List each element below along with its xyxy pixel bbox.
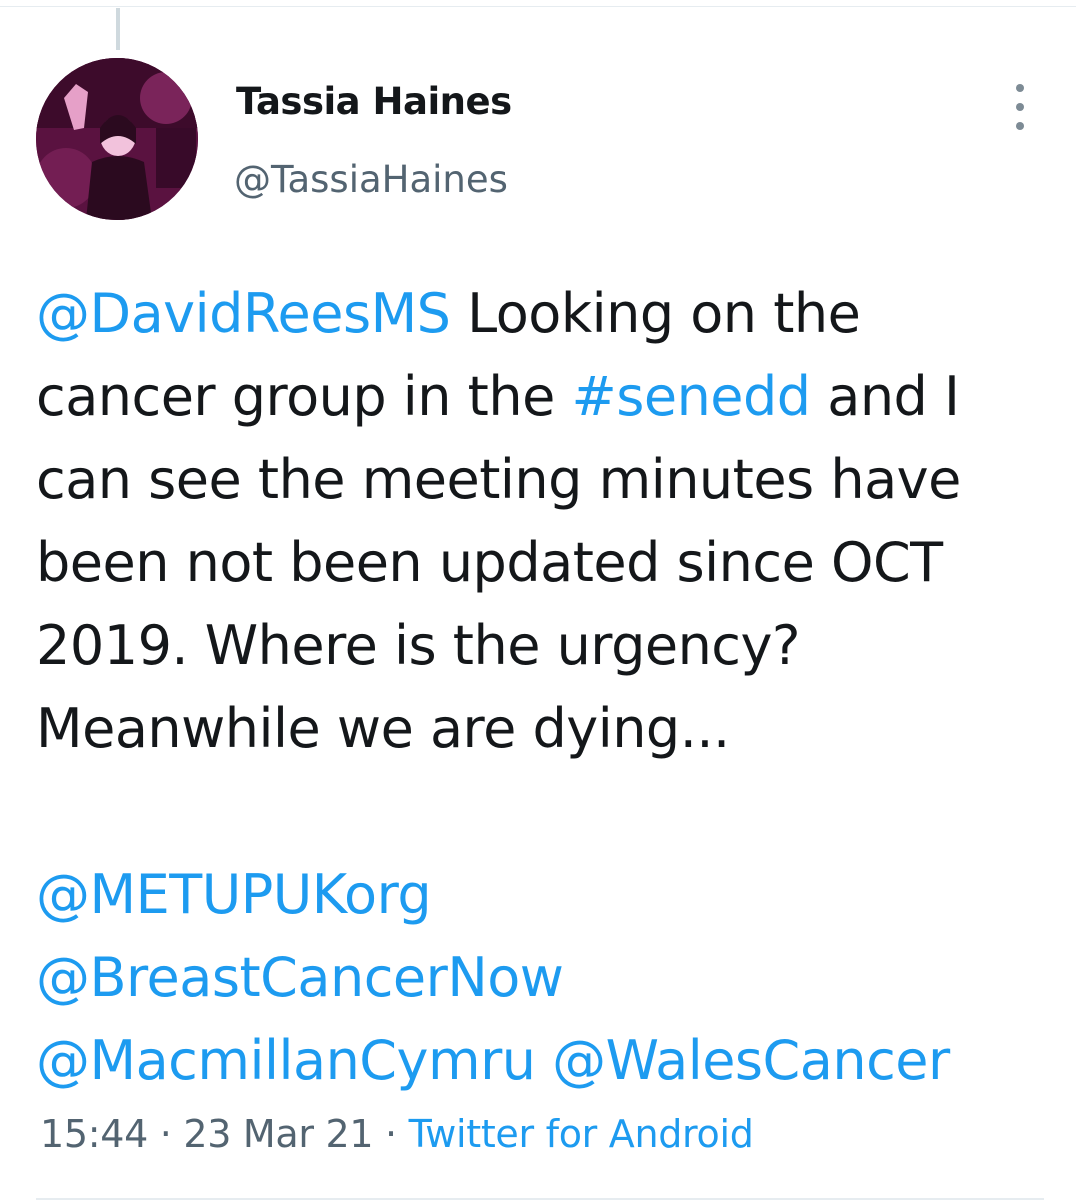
- more-dot-icon: [1016, 84, 1024, 92]
- divider: [36, 1198, 1044, 1200]
- user-handle[interactable]: @TassiaHaines: [234, 158, 508, 201]
- mention-link[interactable]: @MacmillanCymru: [36, 1029, 536, 1092]
- meta-separator: ·: [373, 1112, 409, 1156]
- avatar[interactable]: [36, 58, 198, 220]
- tweet-metadata: 15:44 · 23 Mar 21 · Twitter for Android: [40, 1112, 754, 1156]
- more-options-button[interactable]: [1002, 84, 1038, 130]
- tweet-line: @MacmillanCymru @WalesCancer: [36, 1019, 1046, 1102]
- thread-connector-line: [116, 8, 120, 50]
- mention-link[interactable]: @DavidReesMS: [36, 282, 451, 345]
- tweet-line: 2019. Where is the urgency?: [36, 614, 801, 677]
- tweet-time[interactable]: 15:44: [40, 1112, 148, 1156]
- tweet-line: @DavidReesMS Looking on the: [36, 272, 1046, 355]
- user-photo-avatar-icon: [36, 58, 198, 220]
- tweet-text-segment: cancer group in the: [36, 365, 572, 428]
- tweet-text-segment: and I: [810, 365, 960, 428]
- mention-link[interactable]: @WalesCancer: [552, 1029, 950, 1092]
- tweet-line: @METUPUKorg: [36, 853, 1046, 936]
- tweet-text-segment: Looking on the: [450, 282, 861, 345]
- display-name[interactable]: Tassia Haines: [236, 80, 512, 123]
- meta-separator: ·: [148, 1112, 184, 1156]
- tweet-line: cancer group in the #senedd and I: [36, 355, 1046, 438]
- tweet-detail-view: Tassia Haines @TassiaHaines @DavidReesMS…: [0, 0, 1076, 1202]
- divider: [0, 6, 1076, 7]
- tweet-source-link[interactable]: Twitter for Android: [409, 1112, 754, 1156]
- paragraph-break: [36, 770, 1046, 853]
- tweet-line: @BreastCancerNow: [36, 936, 1046, 1019]
- tweet-line: been not been updated since OCT: [36, 531, 943, 594]
- more-dot-icon: [1016, 103, 1024, 111]
- tweet-line: Meanwhile we are dying...: [36, 697, 730, 760]
- more-dot-icon: [1016, 122, 1024, 130]
- mention-link[interactable]: @METUPUKorg: [36, 863, 432, 926]
- tweet-line: can see the meeting minutes have: [36, 448, 961, 511]
- tweet-date[interactable]: 23 Mar 21: [183, 1112, 373, 1156]
- mention-link[interactable]: @BreastCancerNow: [36, 946, 564, 1009]
- tweet-text: @DavidReesMS Looking on the cancer group…: [36, 272, 1046, 1102]
- hashtag-link[interactable]: #senedd: [571, 365, 811, 428]
